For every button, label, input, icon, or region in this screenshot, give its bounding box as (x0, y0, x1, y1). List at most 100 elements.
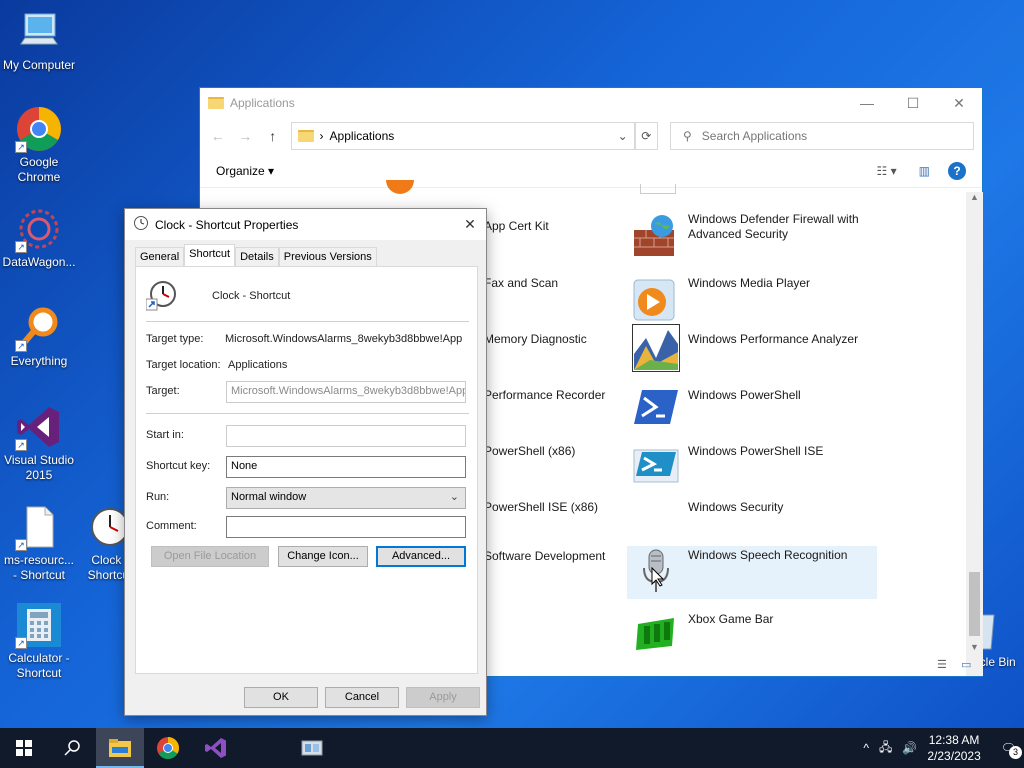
search-button[interactable] (48, 728, 96, 768)
security-icon (632, 500, 680, 548)
change-view-button[interactable]: ☷ ▾ (877, 164, 897, 178)
taskbar-file-explorer[interactable] (96, 728, 144, 768)
taskbar-control-panel[interactable] (288, 728, 336, 768)
chevron-up-icon[interactable]: ^ (863, 741, 869, 755)
shortcut-key-field[interactable]: None (226, 456, 466, 478)
performance-analyzer-icon (631, 323, 681, 373)
desktop-icon-visual-studio[interactable]: ↗ Visual Studio 2015 (1, 403, 77, 483)
app-item-label[interactable]: Software Development (484, 549, 605, 563)
everything-search-icon: ↗ (15, 304, 63, 352)
address-bar[interactable]: › Applications ⌄ (290, 122, 635, 150)
search-input[interactable]: ⚲ Search Applications (669, 122, 974, 150)
app-item-firewall[interactable]: Windows Defender Firewall with Advanced … (632, 212, 868, 260)
taskbar-visual-studio[interactable] (192, 728, 240, 768)
organize-button[interactable]: Organize ▾ (216, 164, 274, 178)
computer-icon (15, 8, 63, 56)
taskbar-clock[interactable]: 12:38 AM 2/23/2023 (927, 732, 980, 764)
run-select[interactable]: Normal window ⌄ (226, 487, 466, 509)
partial-app-icon (386, 180, 414, 194)
apply-button[interactable]: Apply (406, 687, 480, 708)
organize-label: Organize (216, 163, 265, 178)
shortcut-arrow-icon: ↗ (15, 241, 27, 253)
scrollbar-thumb[interactable] (969, 572, 980, 636)
details-view-icon[interactable]: ☰ (937, 658, 947, 671)
preview-pane-button[interactable]: ▥ (919, 164, 930, 178)
change-icon-button[interactable]: Change Icon... (278, 546, 368, 567)
shortcut-arrow-icon: ↗ (15, 141, 27, 153)
app-item-label: Xbox Game Bar (688, 612, 774, 626)
app-item-label: Windows Speech Recognition (688, 548, 848, 562)
tab-general[interactable]: General (135, 247, 185, 266)
app-item-performance-analyzer[interactable]: Windows Performance Analyzer (631, 323, 858, 373)
help-button[interactable]: ? (948, 161, 966, 180)
app-item-media-player[interactable]: Windows Media Player (632, 276, 810, 324)
app-item-powershell-ise[interactable]: Windows PowerShell ISE (632, 444, 823, 492)
taskbar-chrome[interactable] (144, 728, 192, 768)
address-row: ← → ↑ › Applications ⌄ ⟳ ⚲ Search Applic… (200, 118, 982, 154)
app-item-windows-security[interactable]: Windows Security (632, 500, 783, 548)
app-item-speech-recognition[interactable]: Windows Speech Recognition (632, 548, 847, 596)
window-title: Applications (230, 96, 295, 110)
shortcut-properties-dialog[interactable]: Clock - Shortcut Properties ✕ General Sh… (124, 208, 487, 716)
app-item-label[interactable]: Fax and Scan (484, 276, 558, 290)
powershell-icon (632, 388, 680, 436)
ok-button[interactable]: OK (244, 687, 318, 708)
desktop-icon-google-chrome[interactable]: ↗ Google Chrome (1, 105, 77, 185)
up-button[interactable]: ↑ (263, 128, 283, 144)
volume-icon[interactable]: 🔊 (902, 741, 917, 755)
search-icon (64, 740, 80, 756)
notification-count-badge: 3 (1009, 746, 1022, 759)
target-type-label: Target type: (146, 333, 204, 345)
desktop-icon-my-computer[interactable]: My Computer (1, 8, 77, 73)
app-item-label[interactable]: PowerShell (x86) (484, 444, 575, 458)
open-file-location-button[interactable]: Open File Location (151, 546, 269, 567)
breadcrumb-chevron-icon: › (319, 129, 324, 143)
comment-label: Comment: (146, 520, 197, 532)
explorer-titlebar[interactable]: Applications — ☐ ✕ (200, 88, 982, 118)
close-button[interactable]: ✕ (454, 216, 486, 233)
tab-previous-versions[interactable]: Previous Versions (278, 247, 377, 266)
advanced-button[interactable]: Advanced... (376, 546, 466, 567)
network-icon[interactable]: 🖧 (879, 738, 892, 759)
scroll-up-icon[interactable]: ▲ (966, 192, 983, 202)
dialog-title: Clock - Shortcut Properties (155, 217, 299, 232)
media-player-icon (632, 276, 680, 324)
app-item-xbox-game-bar[interactable]: Xbox Game Bar (632, 612, 773, 660)
app-item-powershell[interactable]: Windows PowerShell (632, 388, 801, 436)
start-in-field[interactable] (226, 425, 466, 447)
windows-logo-icon (16, 740, 32, 756)
comment-field[interactable] (226, 516, 466, 538)
app-item-label[interactable]: Performance Recorder (484, 388, 605, 402)
vertical-scrollbar[interactable]: ▲ ▼ (966, 192, 983, 676)
target-field[interactable]: Microsoft.WindowsAlarms_8wekyb3d8bbwe!Ap… (226, 381, 466, 403)
desktop-icon-ms-resource[interactable]: ↗ ms-resourc... - Shortcut (1, 503, 77, 583)
forward-button[interactable]: → (236, 128, 256, 144)
large-icons-view-icon[interactable]: ▭ (961, 658, 971, 671)
app-item-label[interactable]: Memory Diagnostic (484, 332, 587, 346)
microphone-icon (632, 548, 680, 596)
datawagon-icon: ↗ (15, 205, 63, 253)
shortcut-clock-icon (145, 279, 178, 311)
start-button[interactable] (0, 728, 48, 768)
refresh-button[interactable]: ⟳ (634, 122, 658, 150)
desktop-icon-label: My Computer (2, 58, 76, 72)
shortcut-key-label: Shortcut key: (146, 460, 211, 472)
tab-details[interactable]: Details (235, 247, 279, 266)
cancel-button[interactable]: Cancel (325, 687, 399, 708)
clock-time: 12:38 AM (928, 733, 980, 747)
scroll-down-icon[interactable]: ▼ (966, 642, 983, 652)
desktop-icon-calculator[interactable]: ↗ Calculator - Shortcut (1, 601, 77, 681)
maximize-button[interactable]: ☐ (890, 88, 936, 118)
minimize-button[interactable]: — (844, 88, 890, 118)
desktop-icon-datawagon[interactable]: ↗ DataWagon... (1, 205, 77, 270)
app-item-label[interactable]: PowerShell ISE (x86) (484, 500, 598, 514)
close-button[interactable]: ✕ (936, 88, 982, 118)
chevron-down-icon[interactable]: ⌄ (618, 129, 634, 143)
desktop-icon-everything[interactable]: ↗ Everything (1, 304, 77, 369)
back-button[interactable]: ← (208, 128, 228, 144)
tab-shortcut[interactable]: Shortcut (184, 244, 236, 266)
notification-center-button[interactable]: 🗨 3 (1001, 741, 1022, 759)
app-item-label[interactable]: App Cert Kit (484, 219, 549, 233)
tab-strip: General Shortcut Details Previous Versio… (135, 244, 377, 266)
dialog-titlebar[interactable]: Clock - Shortcut Properties ✕ (125, 209, 486, 240)
